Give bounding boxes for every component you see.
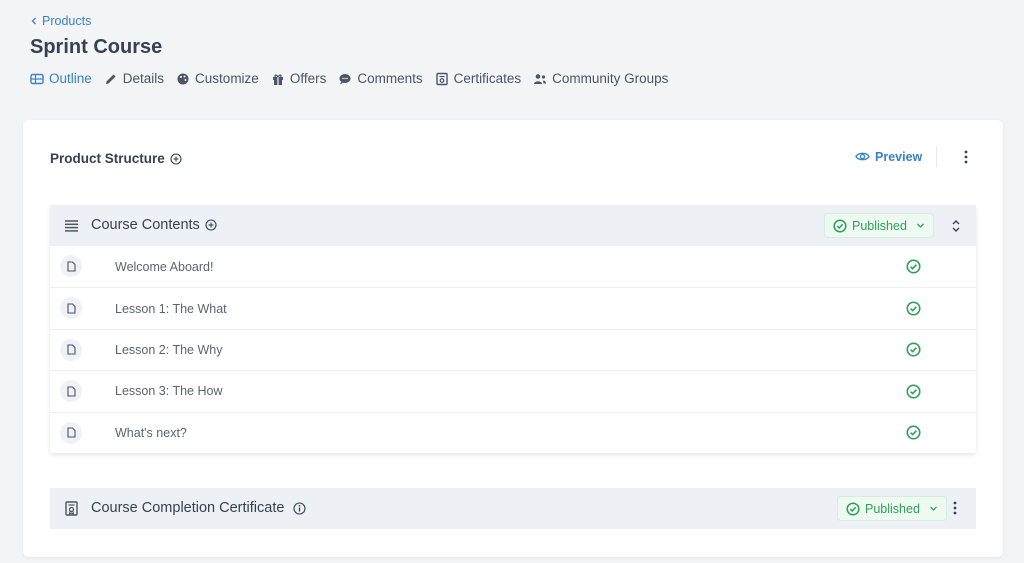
course-contents-section: Course Contents Published Welcome Aboard…: [50, 205, 976, 453]
tab-label: Offers: [289, 71, 327, 86]
certificate-icon: [435, 72, 448, 85]
back-link-label[interactable]: Products: [42, 14, 91, 28]
lesson-list: Welcome Aboard! Lesson 1: The What Lesso…: [50, 246, 976, 453]
course-contents-heading: Course Contents: [91, 217, 217, 233]
lesson-title[interactable]: Lesson 1: The What: [115, 302, 227, 316]
document-icon: [60, 255, 82, 277]
course-contents-header[interactable]: Course Contents Published: [50, 205, 976, 246]
lesson-title[interactable]: What's next?: [115, 426, 187, 440]
certificate-section: Course Completion Certificate Published: [50, 488, 976, 529]
document-icon: [60, 297, 82, 320]
structure-more-menu-button[interactable]: [957, 148, 975, 166]
product-tabs: Outline Details Customize Offers Comment…: [30, 71, 668, 86]
certificate-heading: Course Completion Certificate: [91, 500, 306, 516]
users-icon: [534, 73, 547, 84]
lesson-title[interactable]: Lesson 3: The How: [115, 384, 222, 398]
document-icon: [60, 421, 82, 444]
page-header: Products Sprint Course: [30, 14, 162, 59]
add-circle-icon[interactable]: [170, 152, 182, 165]
chevron-left-icon: [31, 17, 36, 25]
comment-icon: [339, 73, 351, 84]
collapse-expand-toggle[interactable]: [947, 215, 965, 237]
add-circle-icon[interactable]: [205, 219, 217, 231]
tab-outline[interactable]: Outline: [30, 71, 92, 86]
lesson-row[interactable]: What's next?: [50, 411, 976, 453]
tab-label: Customize: [195, 71, 259, 86]
tab-label: Certificates: [453, 71, 522, 86]
outline-icon: [30, 73, 44, 84]
certificate-more-menu-button[interactable]: [946, 499, 964, 517]
status-dropdown[interactable]: Published: [824, 213, 934, 238]
tab-offers[interactable]: Offers: [271, 71, 327, 86]
check-circle-icon: [833, 218, 847, 233]
preview-label: Preview: [875, 149, 923, 164]
document-icon: [60, 338, 82, 361]
gift-icon: [272, 74, 283, 85]
tab-label: Comments: [357, 71, 423, 86]
info-icon[interactable]: [293, 501, 306, 515]
divider: [936, 147, 937, 167]
lesson-title[interactable]: Lesson 2: The Why: [115, 343, 222, 357]
certificate-title: Course Completion Certificate: [91, 500, 285, 516]
published-check-icon: [906, 259, 921, 274]
status-dropdown[interactable]: Published: [837, 496, 947, 521]
document-icon: [60, 380, 82, 403]
published-check-icon: [906, 425, 921, 440]
product-structure-title: Product Structure: [50, 151, 165, 166]
palette-icon: [177, 73, 189, 84]
page-title: Sprint Course: [30, 36, 163, 58]
tab-label: Community Groups: [552, 71, 669, 86]
certificate-header[interactable]: Course Completion Certificate Published: [50, 488, 976, 529]
lesson-row[interactable]: Lesson 3: The How: [50, 370, 976, 411]
back-to-products-link[interactable]: Products: [30, 14, 162, 28]
certificate-icon: [65, 501, 78, 516]
published-check-icon: [906, 301, 921, 316]
more-vertical-icon: [964, 150, 968, 164]
chevron-down-icon: [916, 223, 924, 228]
pencil-icon: [105, 74, 116, 84]
tab-community-groups[interactable]: Community Groups: [533, 71, 668, 86]
course-contents-title: Course Contents: [91, 217, 200, 233]
chevron-up-down-icon: [952, 220, 960, 232]
more-vertical-icon: [953, 501, 957, 515]
published-check-icon: [906, 384, 921, 399]
status-label: Published: [865, 501, 920, 516]
eye-icon: [855, 152, 870, 161]
tab-details[interactable]: Details: [104, 71, 164, 86]
check-circle-icon: [846, 501, 860, 516]
lesson-title[interactable]: Welcome Aboard!: [115, 260, 213, 274]
tab-label: Details: [122, 71, 165, 86]
tab-label: Outline: [49, 71, 92, 86]
published-check-icon: [906, 342, 921, 357]
list-icon: [65, 220, 78, 232]
tab-customize[interactable]: Customize: [176, 71, 259, 86]
tab-certificates[interactable]: Certificates: [435, 71, 522, 86]
lesson-row[interactable]: Welcome Aboard!: [50, 246, 976, 287]
status-label: Published: [852, 218, 907, 233]
lesson-row[interactable]: Lesson 2: The Why: [50, 328, 976, 370]
product-structure-heading: Product Structure: [50, 151, 182, 166]
product-structure-card: Product Structure Preview Course Content…: [23, 120, 1003, 557]
tab-comments[interactable]: Comments: [338, 71, 423, 86]
preview-button[interactable]: Preview: [855, 149, 922, 164]
lesson-row[interactable]: Lesson 1: The What: [50, 287, 976, 328]
chevron-down-icon: [929, 506, 937, 511]
